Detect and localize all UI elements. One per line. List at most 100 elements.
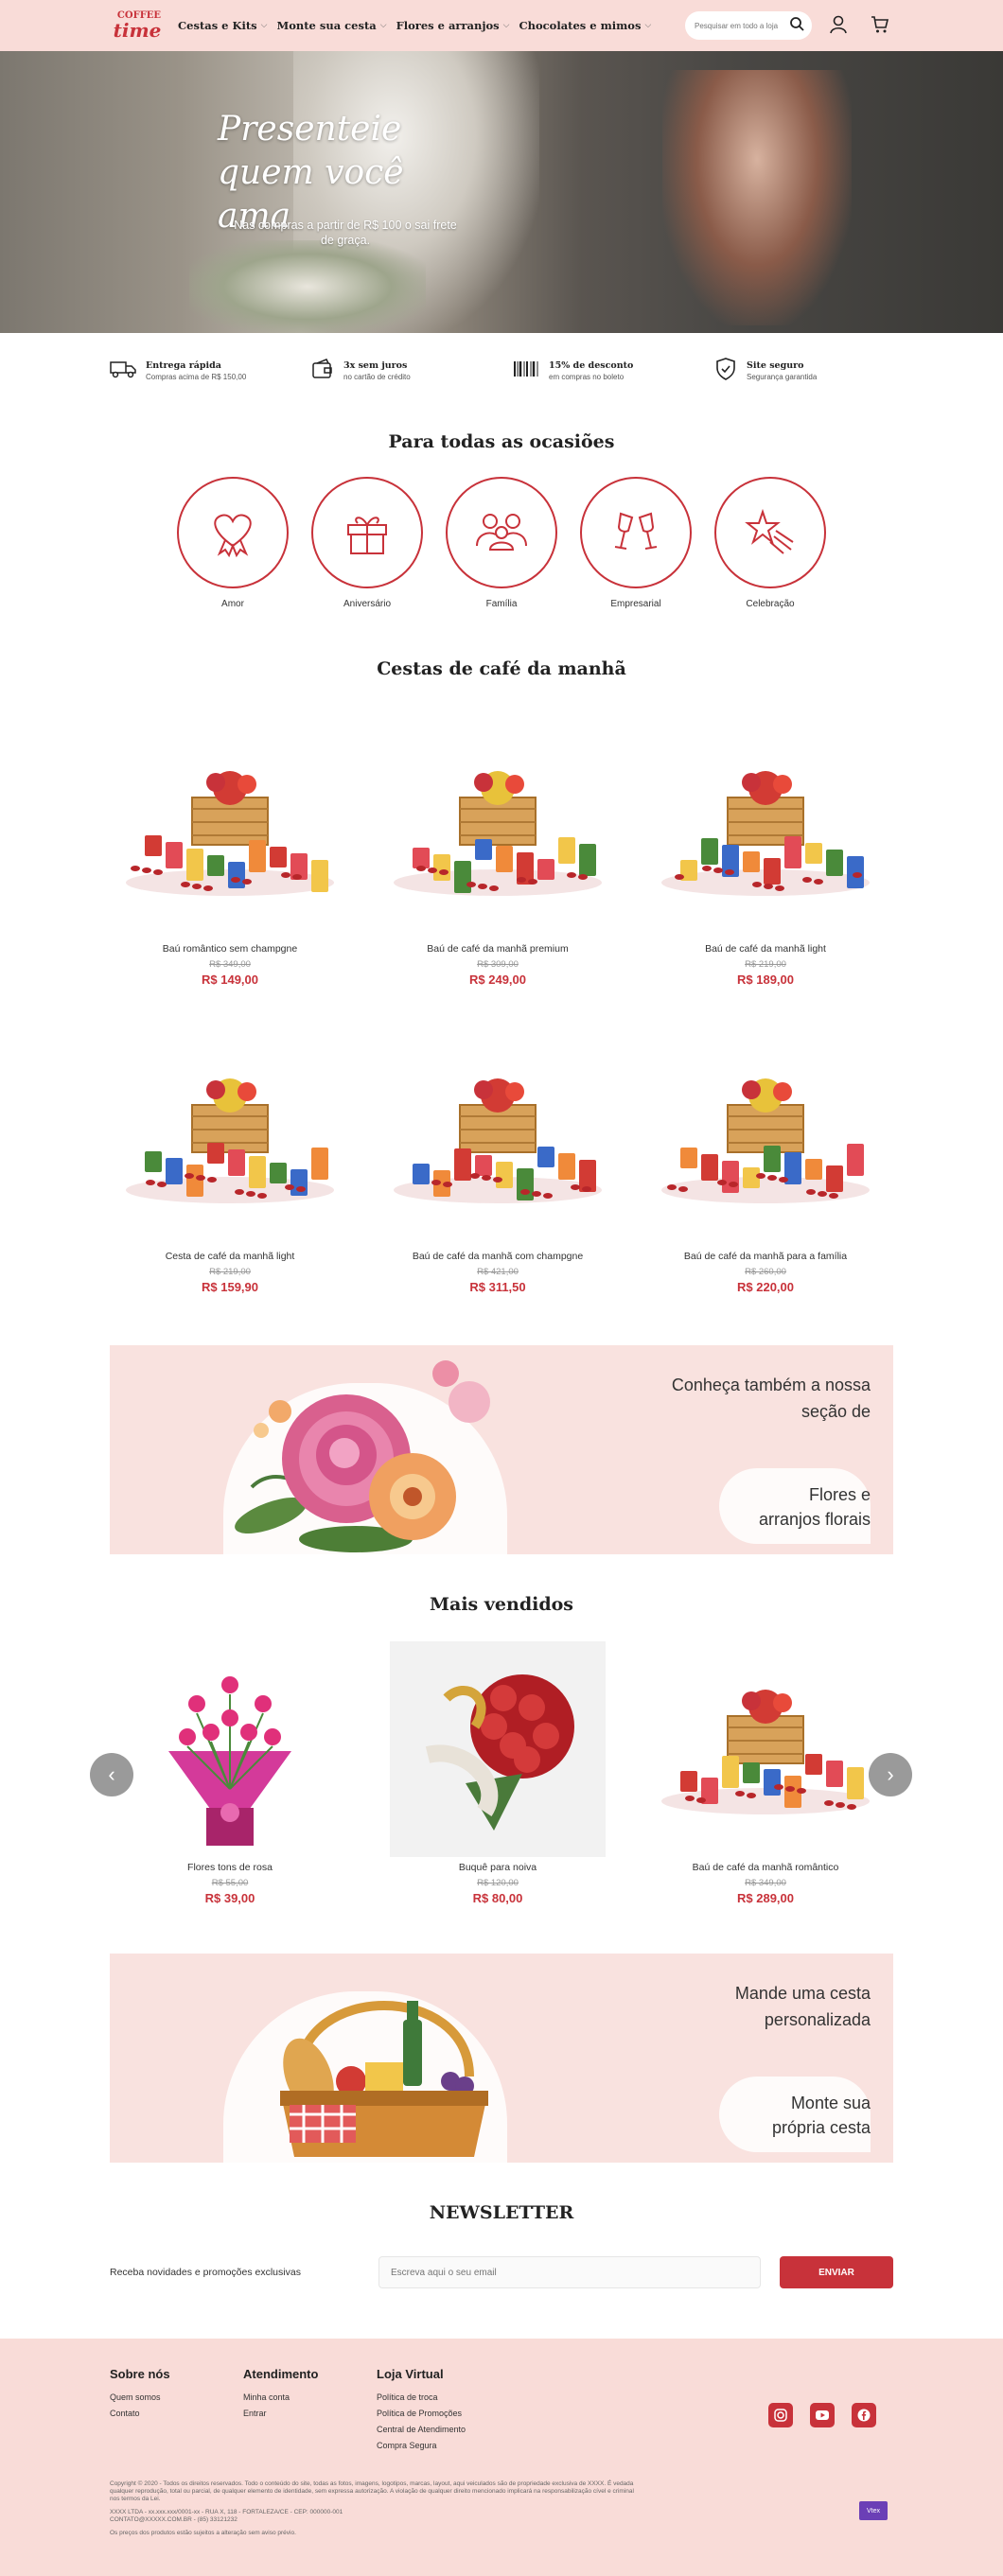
nav-monte-cesta[interactable]: Monte sua cesta ⌵	[276, 19, 386, 32]
nav-chocolates-mimos[interactable]: Chocolates e mimos ⌵	[519, 19, 651, 32]
product-old-price: R$ 219,00	[209, 1267, 251, 1277]
product-image[interactable]	[378, 1640, 618, 1857]
facebook-icon[interactable]	[852, 2403, 876, 2427]
chevron-down-icon: ⌵	[379, 21, 387, 30]
flowers-banner[interactable]: Conheça também a nossa seção de Flores e…	[110, 1345, 893, 1554]
gift-icon	[339, 502, 396, 564]
instagram-icon[interactable]	[768, 2403, 793, 2427]
product-name: Cesta de café da manhã light	[165, 1251, 295, 1262]
occasion-aniversario[interactable]: Aniversário	[311, 477, 423, 609]
send-button[interactable]: ENVIAR	[780, 2256, 893, 2288]
product-image[interactable]	[378, 1036, 618, 1239]
company-address: XXXX LTDA - xx.xxx.xxx/0001-xx - RUA X, …	[110, 2509, 343, 2515]
footer-link[interactable]: Quem somos	[110, 2392, 170, 2402]
footer-link[interactable]: Minha conta	[243, 2392, 318, 2402]
email-field[interactable]	[378, 2256, 761, 2288]
footer-link[interactable]: Política de troca	[377, 2392, 466, 2402]
benefit-title: Entrega rápida	[146, 360, 221, 371]
basket-illustration	[242, 1972, 526, 2163]
occasion-celebracao[interactable]: Celebração	[714, 477, 826, 609]
product-card[interactable]: Baú de café da manhã premium R$ 309,00 R$ …	[378, 728, 618, 987]
search-icon[interactable]	[789, 16, 804, 36]
product-card[interactable]: Baú de café da manhã com champgne R$ 421,…	[378, 1036, 618, 1294]
product-card[interactable]: Baú de café da manhã romântico R$ 349,00 R…	[645, 1647, 886, 1905]
benefit-sub: em compras no boleto	[549, 373, 625, 381]
site-header: COFFEE time Cestas e Kits ⌵ Monte sua ces…	[0, 0, 1003, 51]
champagne-glasses-icon	[607, 502, 664, 564]
product-price: R$ 159,90	[202, 1280, 258, 1294]
footer-col-store: Loja Virtual Política de troca Política …	[377, 2367, 466, 2457]
site-footer: Sobre nós Quem somos Contato Atendimento…	[0, 2339, 1003, 2576]
product-card[interactable]: Baú romântico sem champgne R$ 349,00 R$ 14…	[110, 728, 350, 987]
legal-text: Copyright © 2020 - Todos os direitos res…	[110, 2480, 640, 2537]
product-card[interactable]: Flores tons de rosa R$ 55,00 R$ 39,00	[110, 1647, 350, 1905]
product-image[interactable]	[110, 1647, 350, 1850]
product-name: Baú de café da manhã para a família	[683, 1251, 848, 1262]
footer-link[interactable]: Entrar	[243, 2409, 318, 2418]
custom-basket-banner[interactable]: Mande uma cesta personalizada Monte sua …	[110, 1954, 893, 2163]
hero-banner[interactable]: Presenteie quem você ama Nas compras a p…	[0, 51, 1003, 333]
chevron-down-icon: ⌵	[644, 21, 652, 30]
product-image[interactable]	[645, 1647, 886, 1850]
product-card[interactable]: Baú de café da manhã light R$ 219,00 R$ 18…	[645, 728, 886, 987]
flowers-illustration	[214, 1355, 517, 1554]
product-image[interactable]	[645, 1036, 886, 1239]
chevron-left-icon: ‹	[108, 1762, 115, 1786]
heart-ribbon-icon	[204, 502, 261, 564]
breakfast-title: Cestas de café da manhã	[377, 658, 626, 679]
youtube-icon[interactable]	[810, 2403, 835, 2427]
occasion-label: Aniversário	[343, 599, 392, 609]
product-card[interactable]: Buquê para noiva R$ 120,00 R$ 80,00	[378, 1640, 618, 1905]
footer-link[interactable]: Compra Segura	[377, 2441, 466, 2450]
product-old-price: R$ 120,00	[477, 1878, 519, 1888]
footer-heading: Atendimento	[243, 2367, 319, 2381]
occasion-label: Celebração	[746, 599, 795, 609]
occasion-empresarial[interactable]: Empresarial	[580, 477, 692, 609]
benefit-item: 15% de desconto em compras no boleto	[513, 359, 714, 384]
product-card[interactable]: Baú de café da manhã para a família R$ 26…	[645, 1036, 886, 1294]
product-price: R$ 249,00	[469, 973, 526, 987]
carousel-prev-button[interactable]: ‹	[90, 1753, 133, 1796]
product-price: R$ 289,00	[737, 1891, 794, 1905]
product-image[interactable]	[645, 728, 886, 932]
product-old-price: R$ 219,00	[745, 959, 786, 970]
occasion-familia[interactable]: Família	[446, 477, 557, 609]
nav-cestas-kits[interactable]: Cestas e Kits ⌵	[178, 19, 267, 32]
user-icon[interactable]	[827, 13, 850, 36]
footer-col-service: Atendimento Minha conta Entrar	[243, 2367, 318, 2425]
newsletter-form: Receba novidades e promoções exclusivas …	[110, 2255, 1003, 2289]
nav-flores-arranjos[interactable]: Flores e arranjos ⌵	[396, 19, 510, 32]
social-links	[768, 2403, 876, 2427]
benefit-sub: no cartão de crédito	[343, 373, 411, 381]
occasion-label: Amor	[221, 599, 244, 609]
product-grid: Baú romântico sem champgne R$ 349,00 R$ 14…	[110, 728, 1003, 1294]
footer-heading: Loja Virtual	[377, 2367, 444, 2381]
search-box	[685, 11, 812, 40]
footer-link[interactable]: Política de Promoções	[377, 2409, 466, 2418]
product-image[interactable]	[110, 1036, 350, 1239]
bestsellers-carousel: Flores tons de rosa R$ 55,00 R$ 39,00 Buquê…	[0, 1640, 1003, 1931]
vtex-badge[interactable]: Vtex	[859, 2501, 888, 2520]
footer-link[interactable]: Central de Atendimento	[377, 2425, 466, 2434]
product-name: Flores tons de rosa	[187, 1862, 273, 1873]
nav-label: Monte sua cesta	[276, 19, 377, 32]
occasion-amor[interactable]: Amor	[177, 477, 289, 609]
product-old-price: R$ 309,00	[477, 959, 519, 970]
product-image[interactable]	[378, 728, 618, 932]
barcode-icon	[513, 359, 539, 384]
cart-icon[interactable]	[869, 13, 891, 36]
product-card[interactable]: Cesta de café da manhã light R$ 219,00 R$ …	[110, 1036, 350, 1294]
product-name: Baú de café da manhã light	[705, 943, 826, 955]
footer-link[interactable]: Contato	[110, 2409, 170, 2418]
company-contact: CONTATO@XXXXX.COM.BR - (85) 33121232	[110, 2516, 238, 2523]
truck-icon	[110, 359, 136, 384]
chevron-down-icon: ⌵	[260, 21, 268, 30]
banner-text: Conheça também a nossa	[671, 1376, 871, 1394]
carousel-next-button[interactable]: ›	[869, 1753, 912, 1796]
banner-text: seção de	[801, 1402, 871, 1421]
benefit-title: Site seguro	[747, 360, 804, 371]
search-input[interactable]	[695, 21, 789, 30]
price-disclaimer: Os preços dos produtos estão sujeitos a …	[110, 2530, 296, 2536]
product-image[interactable]	[110, 728, 350, 932]
logo[interactable]: COFFEE time	[108, 7, 170, 44]
